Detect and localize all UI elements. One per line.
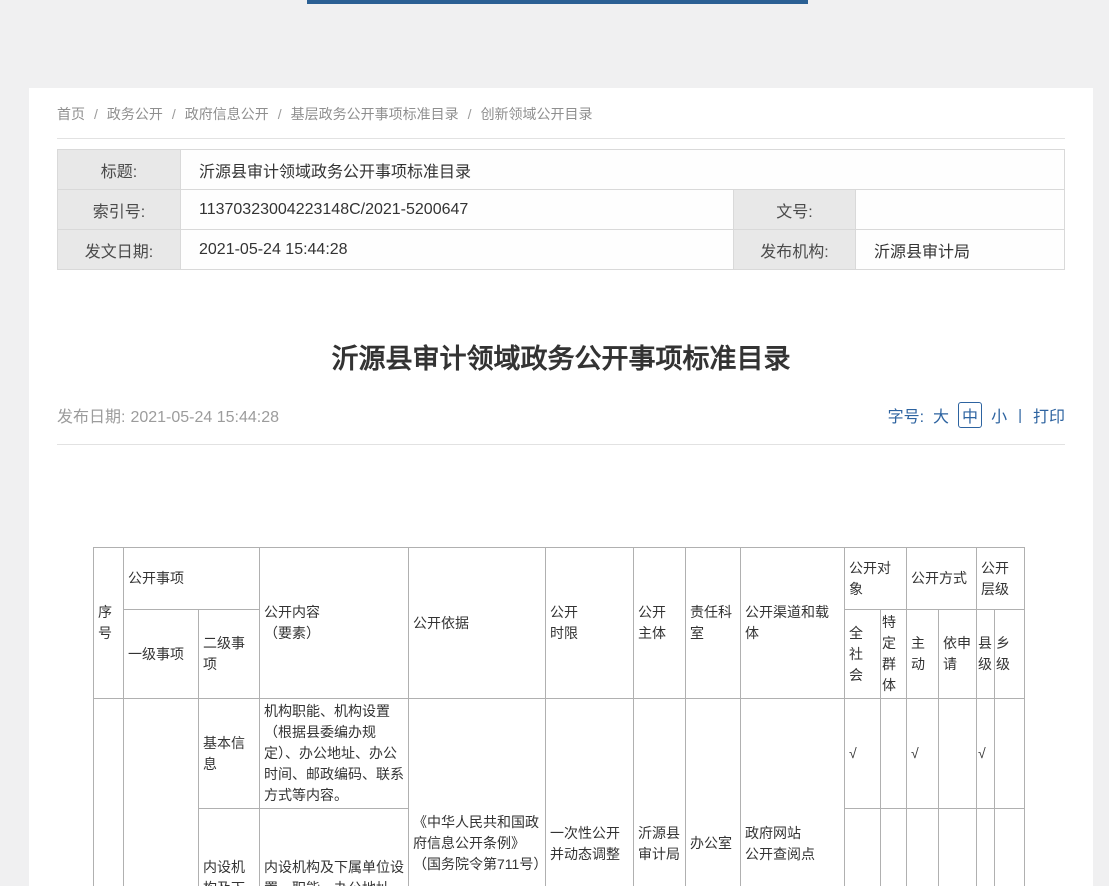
- cell-check-town: [995, 809, 1025, 886]
- header-method-request: 依申请: [939, 610, 977, 699]
- breadcrumb-link-chuangxinlingyu[interactable]: 创新领域公开目录: [481, 106, 593, 122]
- cell-basis: 《中华人民共和国政府信息公开条例》（国务院令第711号）: [409, 699, 546, 886]
- content-card: 首页 / 政务公开 / 政府信息公开 / 基层政务公开事项标准目录 / 创新领域公开目录 标题:…: [29, 88, 1093, 886]
- cell-item-level2: 内设机构及下属事业单位: [199, 809, 260, 886]
- header-audience-specific: 特定群体: [881, 610, 907, 699]
- cell-check-active: √: [907, 809, 939, 886]
- cell-item-level2: 基本信息: [199, 699, 260, 809]
- meta-value-date: 2021-05-24 15:44:28: [181, 230, 734, 270]
- breadcrumb-link-biaozhunmulu[interactable]: 基层政务公开事项标准目录: [291, 106, 459, 122]
- header-level-town: 乡级: [995, 610, 1025, 699]
- breadcrumb-link-zhengwugongkai[interactable]: 政务公开: [107, 106, 163, 122]
- meta-label-agency: 发布机构:: [734, 230, 856, 270]
- header-method-active: 主动: [907, 610, 939, 699]
- header-method: 公开方式: [907, 548, 977, 610]
- cell-check-specific-group: [881, 699, 907, 809]
- header-seq: 序号: [94, 548, 124, 699]
- header-item-level1: 一级事项: [124, 610, 199, 699]
- cell-content: 机构职能、机构设置（根据县委编办规定）、办公地址、办公时间、邮政编码、联系方式等…: [260, 699, 409, 809]
- catalog-table: 序号 公开事项 公开内容 （要素） 公开依据 公开 时限 公开 主体 责任科室 …: [93, 547, 1025, 886]
- header-basis: 公开依据: [409, 548, 546, 699]
- header-audience-all: 全社会: [845, 610, 881, 699]
- cell-check-on-request: [939, 809, 977, 886]
- cell-subject: 沂源县审计局: [634, 699, 686, 886]
- page-title: 沂源县审计领域政务公开事项标准目录: [57, 342, 1065, 376]
- breadcrumb-link-xinxigongkai[interactable]: 政府信息公开: [185, 106, 269, 122]
- cell-check-on-request: [939, 699, 977, 809]
- breadcrumb-divider: [57, 138, 1065, 139]
- breadcrumb-link-home[interactable]: 首页: [57, 106, 85, 122]
- breadcrumb-separator: /: [94, 106, 98, 122]
- doc-meta-table: 标题: 沂源县审计领域政务公开事项标准目录 索引号: 1137032300422…: [57, 149, 1065, 270]
- header-item-level2: 二级事项: [199, 610, 260, 699]
- breadcrumb-separator: /: [172, 106, 176, 122]
- font-size-toolbar: 字号: 大 中 小 | 打印: [888, 402, 1065, 428]
- breadcrumb-separator: /: [278, 106, 282, 122]
- cell-check-county: √: [977, 809, 995, 886]
- meta-value-title: 沂源县审计领域政务公开事项标准目录: [181, 150, 1065, 190]
- cell-content: 内设机构及下属单位设置、职能、办公地址、办公时间、联系方式、负责人姓名等: [260, 809, 409, 886]
- header-office: 责任科室: [686, 548, 741, 699]
- meta-label-title: 标题:: [58, 150, 181, 190]
- meta-value-agency: 沂源县审计局: [856, 230, 1065, 270]
- font-size-small-button[interactable]: 小: [991, 403, 1007, 427]
- cell-check-specific-group: [881, 809, 907, 886]
- font-size-label: 字号:: [888, 403, 924, 427]
- font-size-large-button[interactable]: 大: [933, 403, 949, 427]
- font-size-medium-button[interactable]: 中: [958, 402, 982, 428]
- header-audience: 公开对象: [845, 548, 907, 610]
- toolbar-divider: |: [1018, 407, 1022, 424]
- publish-date: 发布日期: 2021-05-24 15:44:28: [57, 403, 279, 427]
- header-subject: 公开 主体: [634, 548, 686, 699]
- meta-label-index: 索引号:: [58, 190, 181, 230]
- header-channel: 公开渠道和载体: [741, 548, 845, 699]
- cell-office: 办公室: [686, 699, 741, 886]
- meta-value-docno: [856, 190, 1065, 230]
- cell-item-level1: [124, 699, 199, 886]
- publish-date-label: 发布日期:: [57, 409, 125, 426]
- meta-label-docno: 文号:: [734, 190, 856, 230]
- article-divider: [57, 444, 1065, 445]
- meta-value-index: 11370323004223148C/2021-5200647: [181, 190, 734, 230]
- publish-date-value: 2021-05-24 15:44:28: [130, 409, 279, 426]
- top-nav-underline: [307, 0, 808, 4]
- header-level-county: 县级: [977, 610, 995, 699]
- cell-check-county: √: [977, 699, 995, 809]
- meta-label-date: 发文日期:: [58, 230, 181, 270]
- breadcrumb-separator: /: [468, 106, 472, 122]
- header-item: 公开事项: [124, 548, 260, 610]
- cell-check-active: √: [907, 699, 939, 809]
- cell-check-town: [995, 699, 1025, 809]
- header-level: 公开层级: [977, 548, 1025, 610]
- breadcrumb: 首页 / 政务公开 / 政府信息公开 / 基层政务公开事项标准目录 / 创新领域公开目录: [57, 88, 1065, 124]
- cell-check-all-society: √: [845, 699, 881, 809]
- header-content: 公开内容 （要素）: [260, 548, 409, 699]
- cell-channel: 政府网站 公开查阅点: [741, 699, 845, 886]
- header-time-limit: 公开 时限: [546, 548, 634, 699]
- cell-seq: [94, 699, 124, 886]
- cell-check-all-society: √: [845, 809, 881, 886]
- print-button[interactable]: 打印: [1033, 403, 1065, 427]
- article-meta-bar: 发布日期: 2021-05-24 15:44:28 字号: 大 中 小 | 打印: [57, 402, 1065, 428]
- cell-time-limit: 一次性公开并动态调整: [546, 699, 634, 886]
